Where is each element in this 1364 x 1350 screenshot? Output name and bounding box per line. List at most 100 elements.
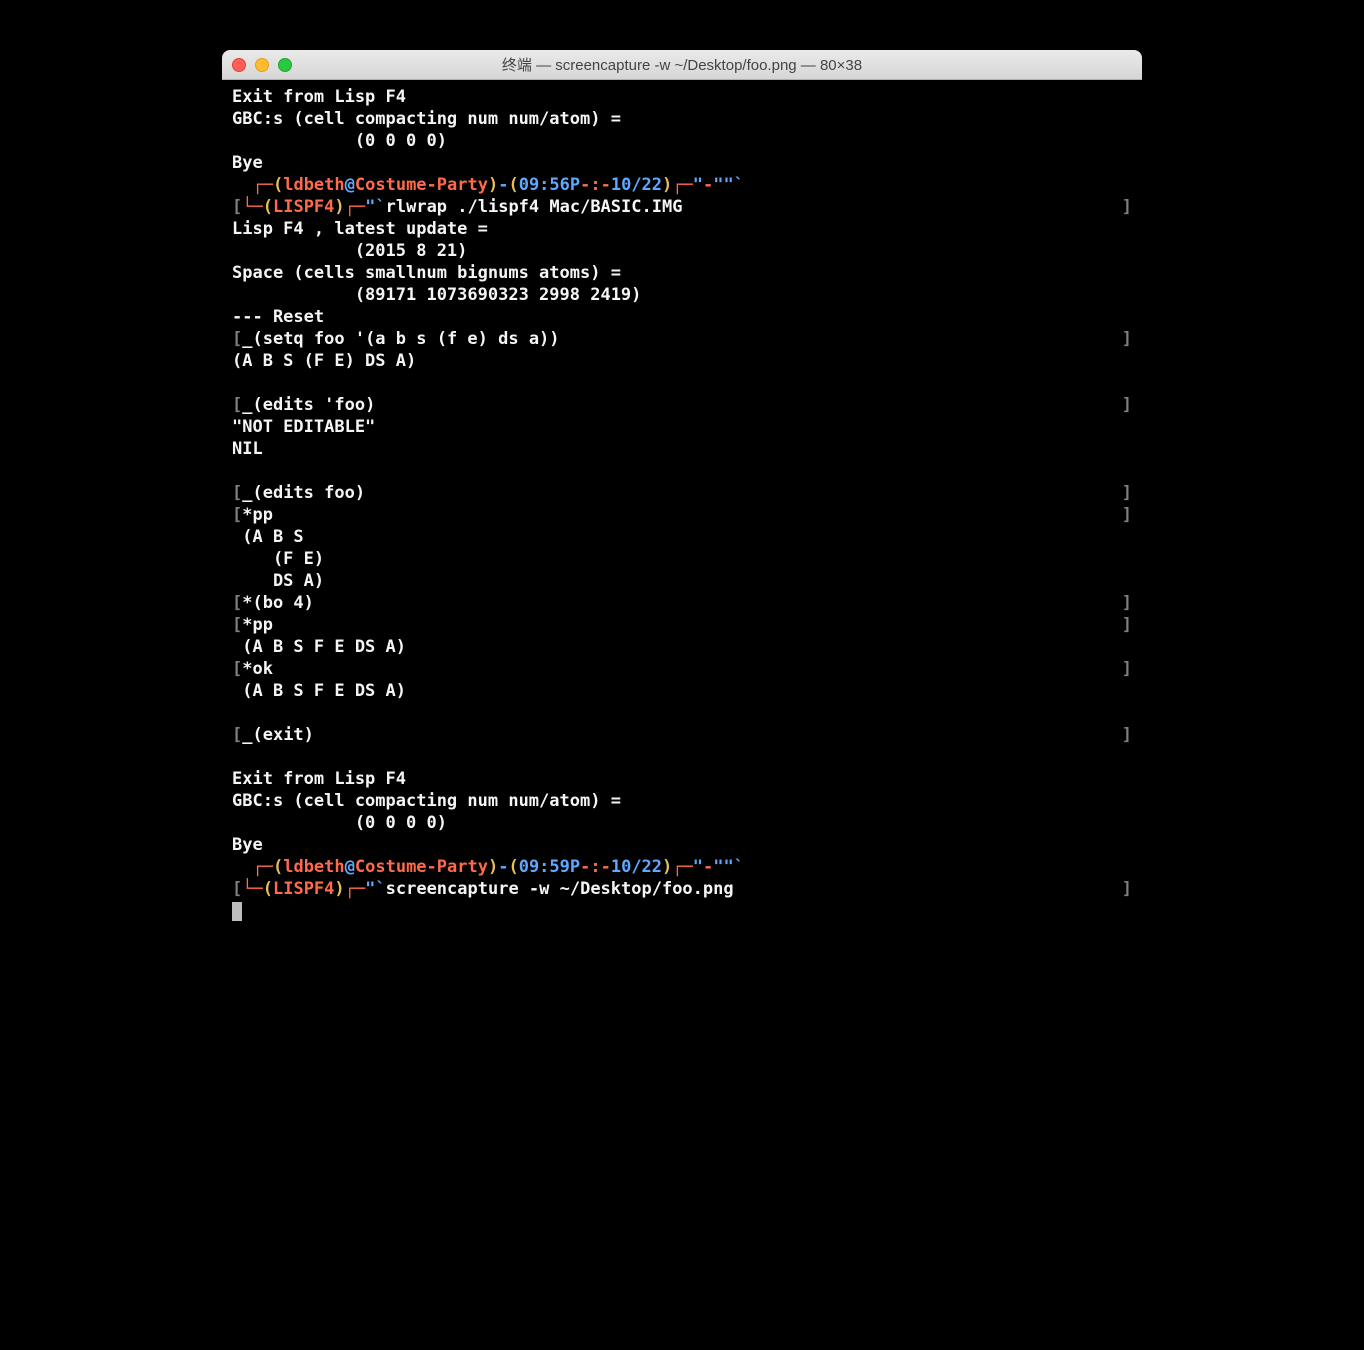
bracket-icon: [ xyxy=(232,615,242,635)
prompt-line: ┌─(ldbeth@Costume-Party)-(09:56P-:-10/22… xyxy=(232,174,1132,196)
tick-icon: ` xyxy=(734,857,744,877)
prompt-sep: -:- xyxy=(580,857,611,877)
prompt-decor: ┌─ xyxy=(252,175,272,195)
paren-icon: ) xyxy=(334,197,344,217)
output-line: Bye xyxy=(232,152,1132,174)
output-line: (0 0 0 0) xyxy=(232,812,1132,834)
bracket-icon: ] xyxy=(1122,614,1132,636)
repl-input: *pp xyxy=(242,615,273,635)
input-line: [_(edits foo)] xyxy=(232,482,1132,504)
bracket-icon: ] xyxy=(1122,878,1132,900)
dash-icon: - xyxy=(498,175,508,195)
repl-input: _(edits foo) xyxy=(242,483,365,503)
tick-icon: ` xyxy=(734,175,744,195)
output-line: (A B S xyxy=(232,526,1132,548)
prompt-decor: ┌─ xyxy=(672,175,692,195)
blank-line xyxy=(232,702,1132,724)
prompt-line: [└─(LISPF4)┌─"`screencapture -w ~/Deskto… xyxy=(232,878,1132,900)
bracket-icon: ] xyxy=(1122,658,1132,680)
output-line: (89171 1073690323 2998 2419) xyxy=(232,284,1132,306)
command-text: screencapture -w ~/Desktop/foo.png xyxy=(386,879,734,899)
prompt-date: 10/22 xyxy=(611,175,662,195)
terminal-body[interactable]: Exit from Lisp F4 GBC:s (cell compacting… xyxy=(222,80,1142,970)
input-line: [*pp] xyxy=(232,504,1132,526)
at-icon: @ xyxy=(345,175,355,195)
prompt-app: LISPF4 xyxy=(273,879,334,899)
prompt-host: Costume-Party xyxy=(355,175,488,195)
bracket-icon: [ xyxy=(232,197,242,217)
output-line: Bye xyxy=(232,834,1132,856)
output-line: (A B S F E DS A) xyxy=(232,680,1132,702)
paren-icon: ( xyxy=(508,857,518,877)
paren-icon: ) xyxy=(662,857,672,877)
paren-icon: ) xyxy=(662,175,672,195)
blank-line xyxy=(232,460,1132,482)
paren-icon: ( xyxy=(273,175,283,195)
bracket-icon: [ xyxy=(232,879,242,899)
repl-input: _(edits 'foo) xyxy=(242,395,375,415)
bracket-icon: ] xyxy=(1122,482,1132,504)
prompt-date: 10/22 xyxy=(611,857,662,877)
bracket-icon: [ xyxy=(232,329,242,349)
cursor-line[interactable] xyxy=(232,900,1132,922)
paren-icon: ( xyxy=(263,879,273,899)
bracket-icon: ] xyxy=(1122,196,1132,218)
paren-icon: ( xyxy=(263,197,273,217)
bracket-icon: ] xyxy=(1122,724,1132,746)
prompt-line: ┌─(ldbeth@Costume-Party)-(09:59P-:-10/22… xyxy=(232,856,1132,878)
output-line: GBC:s (cell compacting num num/atom) = xyxy=(232,108,1132,130)
bracket-icon: [ xyxy=(232,483,242,503)
bracket-icon: ] xyxy=(1122,504,1132,526)
repl-input: _(exit) xyxy=(242,725,314,745)
input-line: [*pp] xyxy=(232,614,1132,636)
prompt-sep: -:- xyxy=(580,175,611,195)
repl-input: *ok xyxy=(242,659,273,679)
repl-input: *(bo 4) xyxy=(242,593,314,613)
prompt-decor: ┌─ xyxy=(345,879,365,899)
quote-icon: "" xyxy=(713,857,733,877)
prompt-decor: └─ xyxy=(242,197,262,217)
window-titlebar[interactable]: 终端 — screencapture -w ~/Desktop/foo.png … xyxy=(222,50,1142,80)
dash-icon: - xyxy=(703,175,713,195)
paren-icon: ) xyxy=(334,879,344,899)
bracket-icon: [ xyxy=(232,505,242,525)
output-line: --- Reset xyxy=(232,306,1132,328)
prompt-decor: ┌─ xyxy=(672,857,692,877)
minimize-icon[interactable] xyxy=(255,58,269,72)
paren-icon: ) xyxy=(488,175,498,195)
paren-icon: ( xyxy=(508,175,518,195)
input-line: [_(setq foo '(a b s (f e) ds a))] xyxy=(232,328,1132,350)
quote-icon: " xyxy=(693,175,703,195)
bracket-icon: [ xyxy=(232,395,242,415)
dash-icon: - xyxy=(498,857,508,877)
bracket-icon: ] xyxy=(1122,328,1132,350)
prompt-user: ldbeth xyxy=(283,857,344,877)
quote-icon: "` xyxy=(365,879,385,899)
dash-icon: - xyxy=(703,857,713,877)
prompt-time: 09:59P xyxy=(519,857,580,877)
output-line: Exit from Lisp F4 xyxy=(232,768,1132,790)
traffic-lights xyxy=(232,58,292,72)
terminal-window: 终端 — screencapture -w ~/Desktop/foo.png … xyxy=(222,50,1142,970)
input-line: [_(edits 'foo)] xyxy=(232,394,1132,416)
blank-line xyxy=(232,746,1132,768)
close-icon[interactable] xyxy=(232,58,246,72)
input-line: [*ok] xyxy=(232,658,1132,680)
prompt-time: 09:56P xyxy=(519,175,580,195)
output-line: GBC:s (cell compacting num num/atom) = xyxy=(232,790,1132,812)
prompt-user: ldbeth xyxy=(283,175,344,195)
quote-icon: "` xyxy=(365,197,385,217)
output-line: (0 0 0 0) xyxy=(232,130,1132,152)
output-line: (F E) xyxy=(232,548,1132,570)
bracket-icon: [ xyxy=(232,725,242,745)
output-line: Exit from Lisp F4 xyxy=(232,86,1132,108)
quote-icon: "" xyxy=(713,175,733,195)
blank-line xyxy=(232,372,1132,394)
prompt-host: Costume-Party xyxy=(355,857,488,877)
output-line: DS A) xyxy=(232,570,1132,592)
prompt-decor: ┌─ xyxy=(345,197,365,217)
maximize-icon[interactable] xyxy=(278,58,292,72)
input-line: [*(bo 4)] xyxy=(232,592,1132,614)
output-line: "NOT EDITABLE" xyxy=(232,416,1132,438)
bracket-icon: ] xyxy=(1122,592,1132,614)
